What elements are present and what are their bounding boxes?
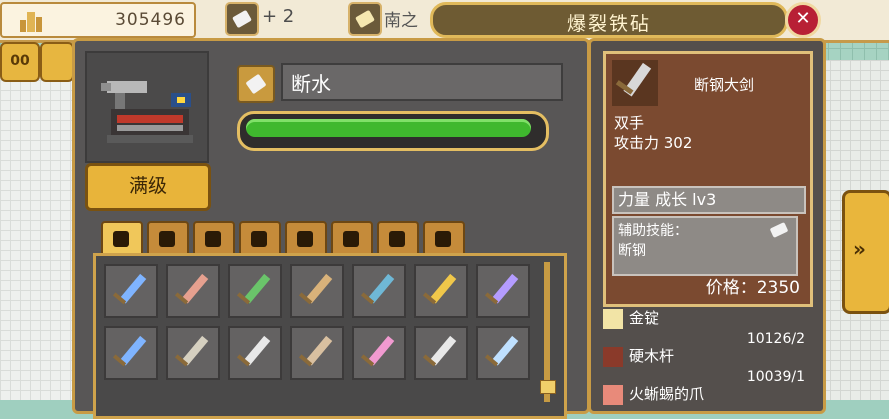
coin-counter: 305496	[0, 2, 196, 38]
weapon-name-field[interactable]: 断水	[281, 63, 563, 101]
sword-icon	[422, 335, 457, 367]
top-bar: 305496 + 2 南之 爆裂铁砧 ✕	[0, 0, 889, 43]
assist-skill-box: 辅助技能： 断钢	[612, 216, 798, 276]
sword-icon	[236, 273, 271, 305]
background-floor-left	[0, 60, 80, 400]
material-row: 火蜥蜴的爪	[603, 383, 704, 405]
material-name: 火蜥蜴的爪	[629, 385, 705, 403]
sword-icon	[360, 335, 395, 367]
progress-bar	[237, 111, 549, 151]
weapon-grid	[93, 253, 567, 419]
page-title: 爆裂铁砧	[566, 13, 651, 35]
scrollbar-thumb[interactable]	[540, 380, 556, 394]
side-menu-button[interactable]	[40, 42, 74, 82]
scroll-item-icon[interactable]	[225, 2, 259, 36]
next-page-button[interactable]: »	[842, 190, 889, 314]
scroll-icon	[770, 222, 788, 238]
helmet-icon	[297, 231, 313, 247]
material-name: 硬木杆	[629, 347, 675, 365]
sword-icon	[112, 273, 147, 305]
shield-icon	[251, 231, 267, 247]
salamander-claw-icon	[603, 384, 623, 405]
sword-icon	[113, 231, 129, 247]
weapon-slot[interactable]	[104, 326, 158, 380]
weapon-slot[interactable]	[290, 264, 344, 318]
weapon-slot[interactable]	[166, 326, 220, 380]
sword-icon	[112, 335, 147, 367]
sword-icon	[298, 335, 333, 367]
item-title: 断钢大剑	[694, 76, 755, 94]
ring-icon	[389, 231, 405, 247]
axe-icon	[205, 231, 221, 247]
item-card: 断钢大剑 双手 攻击力 302 力量 成长 lv3 辅助技能： 断钢 价格：23…	[603, 51, 813, 307]
coin-value: 305496	[115, 10, 186, 30]
material-count: 10126/2	[746, 331, 805, 347]
sword-icon	[484, 335, 519, 367]
wood-rod-icon	[603, 346, 623, 367]
scroll-item-icon-2[interactable]	[348, 2, 382, 36]
armor-icon	[343, 231, 359, 247]
max-level-button[interactable]: 满级	[85, 163, 211, 211]
item-info-panel: 断钢大剑 双手 攻击力 302 力量 成长 lv3 辅助技能： 断钢 价格：23…	[588, 38, 826, 414]
anvil-portrait	[85, 51, 209, 163]
sword-icon	[422, 273, 457, 305]
sword-icon	[174, 335, 209, 367]
spear-icon	[159, 231, 175, 247]
anvil-icon	[101, 81, 193, 143]
sword-icon	[236, 335, 271, 367]
material-row: 金锭	[603, 307, 659, 329]
weapon-slot[interactable]	[414, 264, 468, 318]
forge-panel: 满级 断水	[72, 38, 590, 419]
title-bar: 爆裂铁砧	[430, 2, 788, 38]
hat-icon	[435, 231, 451, 247]
close-button[interactable]: ✕	[785, 2, 821, 38]
weapon-slot[interactable]	[228, 326, 282, 380]
material-row: 硬木杆	[603, 345, 674, 367]
pause-button[interactable]: 00	[0, 42, 40, 82]
material-count: 10039/1	[746, 369, 805, 385]
double-arrow-icon: »	[853, 237, 866, 261]
material-name: 金锭	[629, 309, 660, 327]
weapon-slot[interactable]	[352, 326, 406, 380]
weapon-slot[interactable]	[476, 264, 530, 318]
weapon-slot[interactable]	[166, 264, 220, 318]
building-icon	[20, 12, 42, 32]
weapon-slot[interactable]	[290, 326, 344, 380]
weapon-slot[interactable]	[228, 264, 282, 318]
weapon-slot[interactable]	[414, 326, 468, 380]
weapon-slot[interactable]	[104, 264, 158, 318]
partial-text: 南之	[384, 11, 418, 31]
item-price: 价格：2350	[705, 278, 800, 298]
weapon-icon	[237, 65, 275, 103]
sword-icon	[298, 273, 333, 305]
progress-fill	[246, 119, 532, 137]
item-type: 双手	[614, 114, 645, 132]
gold-ingot-icon	[603, 308, 623, 329]
growth-stat: 力量 成长 lv3	[612, 186, 806, 214]
sword-icon	[174, 273, 209, 305]
weapon-slot[interactable]	[352, 264, 406, 318]
assist-skill-label: 辅助技能：	[618, 223, 688, 239]
weapon-slot[interactable]	[476, 326, 530, 380]
item-attack: 攻击力 302	[614, 134, 693, 152]
assist-skill-name: 断钢	[618, 243, 646, 259]
sword-icon	[360, 273, 395, 305]
sword-icon	[484, 273, 519, 305]
greatsword-icon	[612, 60, 658, 106]
item-plus-count: + 2	[262, 6, 295, 27]
